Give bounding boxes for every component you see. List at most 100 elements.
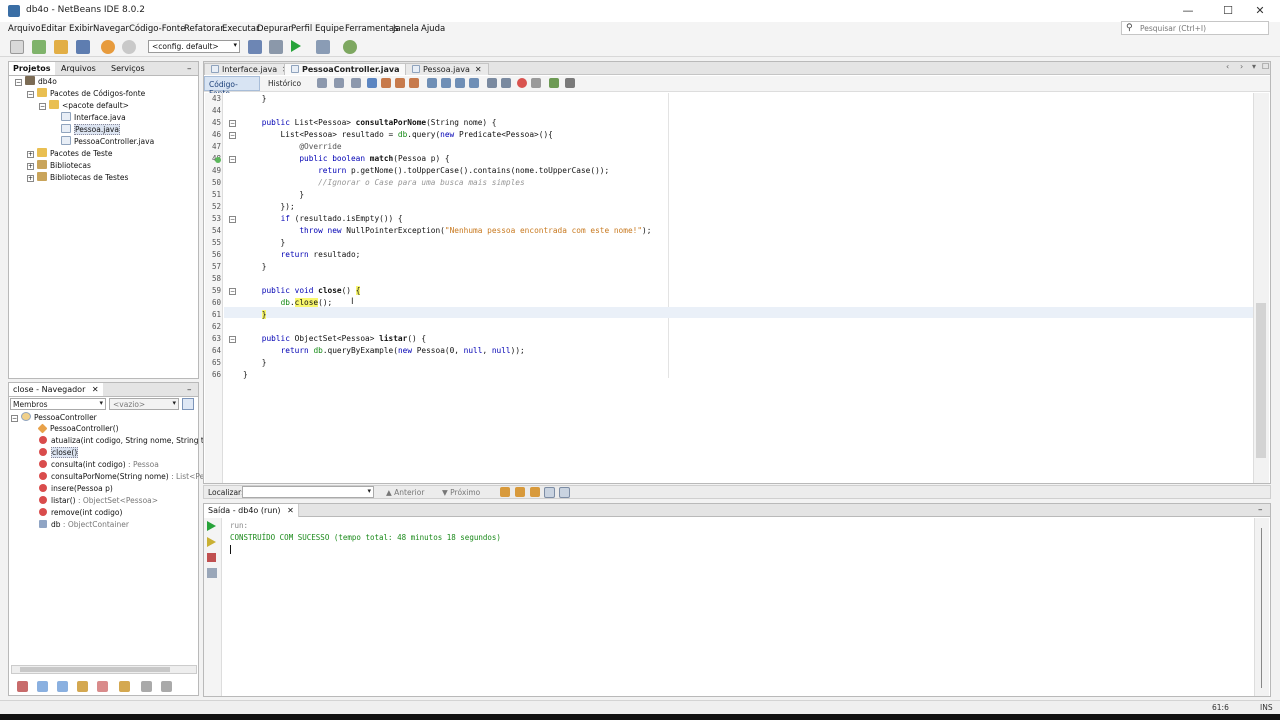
editor-tool-icon[interactable]	[351, 78, 361, 88]
empty-filter-select[interactable]: <vazio> ▾	[109, 398, 179, 410]
fold-toggle-icon[interactable]: −	[229, 132, 236, 139]
editor-tool-icon[interactable]	[409, 78, 419, 88]
fold-toggle-icon[interactable]: −	[229, 288, 236, 295]
navigator-member[interactable]: insere(Pessoa p)	[11, 484, 197, 496]
filter-icon[interactable]	[17, 681, 28, 692]
override-marker-icon[interactable]	[215, 157, 221, 163]
editor-tool-icon[interactable]	[531, 78, 541, 88]
save-all-icon[interactable]	[76, 40, 90, 54]
menu-item-depurar[interactable]: Depurar	[257, 24, 292, 34]
menu-item-arquivo[interactable]: Arquivo	[8, 24, 41, 34]
editor-tool-icon[interactable]	[441, 78, 451, 88]
minimize-icon[interactable]: —	[1180, 3, 1196, 19]
minimize-panel-icon[interactable]: –	[1258, 505, 1263, 515]
match-case-icon[interactable]	[500, 487, 510, 497]
expand-icon[interactable]: +	[27, 163, 34, 170]
scroll-tabs-right-icon[interactable]: ›	[1240, 62, 1243, 71]
tree-item[interactable]: PessoaController.java	[11, 136, 197, 148]
whole-words-icon[interactable]	[515, 487, 525, 497]
editor-tool-icon[interactable]	[565, 78, 575, 88]
editor-tool-icon[interactable]	[549, 78, 559, 88]
regex-icon[interactable]	[530, 487, 540, 497]
fold-toggle-icon[interactable]: −	[229, 336, 236, 343]
editor-tool-icon[interactable]	[317, 78, 327, 88]
navigator-member[interactable]: close()	[11, 447, 197, 460]
new-file-icon[interactable]	[10, 40, 24, 54]
fold-toggle-icon[interactable]: −	[229, 156, 236, 163]
tree-item[interactable]: + Pacotes de Teste	[11, 148, 197, 160]
navigator-root[interactable]: − PessoaController	[11, 412, 197, 424]
config-select[interactable]: <config. default> ▾	[148, 40, 240, 53]
close-tab-icon[interactable]: ✕	[475, 65, 482, 74]
new-project-icon[interactable]	[32, 40, 46, 54]
navigator-member[interactable]: consultaPorNome(String nome) : List<Pess…	[11, 472, 228, 484]
profile-icon[interactable]	[343, 40, 357, 54]
tree-item[interactable]: − Pacotes de Códigos-fonte	[11, 88, 197, 100]
redo-icon[interactable]	[122, 40, 136, 54]
navigator-member[interactable]: listar() : ObjectSet<Pessoa>	[11, 496, 197, 508]
tree-item[interactable]: Pessoa.java	[11, 124, 197, 136]
navigator-member[interactable]: consulta(int codigo) : Pessoa	[11, 460, 197, 472]
rerun-with-params-icon[interactable]	[207, 537, 216, 547]
menu-item-refatorar[interactable]: Refatorar	[184, 24, 224, 34]
tab-codigo-fonte[interactable]: Código-Fonte	[204, 76, 260, 98]
menu-item-equipe[interactable]: Equipe	[315, 24, 344, 34]
editor-tool-icon[interactable]	[367, 78, 377, 88]
menu-item-codigo-fonte[interactable]: Código-Fonte	[129, 24, 185, 34]
tab-list-icon[interactable]: ▾	[1252, 62, 1256, 71]
fold-toggle-icon[interactable]: −	[229, 120, 236, 127]
stop-icon[interactable]	[207, 553, 216, 562]
menu-item-editar[interactable]: Editar	[41, 24, 66, 34]
search-input[interactable]: ⚲ Pesquisar (Ctrl+I)	[1121, 21, 1269, 35]
find-next-button[interactable]: ▼ Próximo	[442, 488, 480, 497]
close-tab-icon[interactable]: ✕	[287, 506, 294, 515]
editor-tool-icon[interactable]	[487, 78, 497, 88]
find-previous-button[interactable]: ▲ Anterior	[386, 488, 424, 497]
editor-tool-icon[interactable]	[501, 78, 511, 88]
maximize-icon[interactable]: ☐	[1220, 3, 1236, 19]
collapse-icon[interactable]: −	[27, 91, 34, 98]
rerun-icon[interactable]	[207, 521, 216, 531]
menu-item-exibir[interactable]: Exibir	[69, 24, 93, 34]
clean-build-icon[interactable]	[269, 40, 283, 54]
output-vscrollbar[interactable]	[1254, 518, 1269, 696]
editor-vscrollbar[interactable]	[1253, 93, 1269, 483]
filter-icon[interactable]	[77, 681, 88, 692]
output-text[interactable]: run: CONSTRUÍDO COM SUCESSO (tempo total…	[230, 521, 501, 554]
editor-tool-icon[interactable]	[395, 78, 405, 88]
filter-icon[interactable]	[119, 681, 130, 692]
maximize-editor-icon[interactable]: ☐	[1262, 62, 1269, 71]
fold-toggle-icon[interactable]: −	[229, 216, 236, 223]
tab-historico[interactable]: Histórico	[268, 79, 301, 88]
collapse-icon[interactable]: −	[15, 79, 22, 86]
expand-icon[interactable]: +	[27, 175, 34, 182]
collapse-icon[interactable]: −	[11, 415, 18, 422]
tree-item[interactable]: + Bibliotecas	[11, 160, 197, 172]
menu-item-ajuda[interactable]: Ajuda	[421, 24, 445, 34]
close-tab-icon[interactable]: ✕	[92, 385, 99, 394]
open-project-icon[interactable]	[54, 40, 68, 54]
tree-item[interactable]: + Bibliotecas de Testes	[11, 172, 197, 184]
menu-item-executar[interactable]: Executar	[222, 24, 259, 34]
navigator-options-icon[interactable]	[182, 398, 194, 410]
navigator-member[interactable]: PessoaController()	[11, 423, 197, 436]
toggle-breakpoint-icon[interactable]	[517, 78, 527, 88]
tab-projetos[interactable]: Projetos	[9, 62, 55, 75]
editor-tab[interactable]: Pessoa.java ✕	[405, 63, 489, 75]
wrap-around-icon[interactable]	[559, 487, 570, 498]
menu-item-perfil[interactable]: Perfil	[291, 24, 312, 34]
navigator-member[interactable]: atualiza(int codigo, String nome, String…	[11, 436, 227, 448]
scroll-thumb[interactable]	[1256, 303, 1266, 458]
tree-item[interactable]: Interface.java	[11, 112, 197, 124]
editor-tab[interactable]: Interface.java✕	[204, 63, 296, 75]
sort-icon[interactable]	[161, 681, 172, 692]
editor-tool-icon[interactable]	[381, 78, 391, 88]
tree-item[interactable]: − db4o	[11, 76, 197, 88]
code-area[interactable]: 43 } 44 45 − public List<Pessoa> consultaPo…	[205, 93, 1255, 483]
sort-icon[interactable]	[141, 681, 152, 692]
scroll-thumb[interactable]	[20, 667, 170, 672]
tab-servicos[interactable]: Serviços	[107, 62, 149, 75]
menu-item-janela[interactable]: Janela	[393, 24, 419, 34]
tab-arquivos[interactable]: Arquivos	[57, 62, 100, 75]
menu-item-navegar[interactable]: Navegar	[93, 24, 129, 34]
